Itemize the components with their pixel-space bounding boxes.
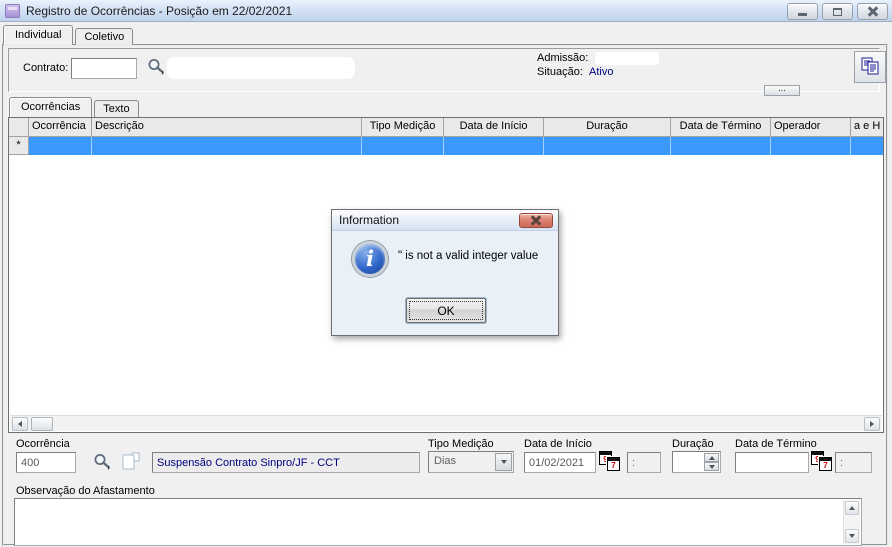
grid-header-tipo-medicao: Tipo Medição	[362, 118, 444, 137]
data-inicio-input[interactable]	[524, 452, 596, 473]
hora-inicio-field: :	[627, 452, 661, 473]
data-termino-input[interactable]	[735, 452, 809, 473]
data-inicio-label: Data de Início	[524, 438, 592, 450]
dialog-message: " is not a valid integer value	[398, 250, 539, 262]
arrow-left-icon	[18, 421, 22, 427]
calendar-icon[interactable]: 9 7	[599, 451, 622, 472]
spin-up-button[interactable]	[704, 453, 719, 462]
app-window: Registro de Ocorrências - Posição em 22/…	[0, 0, 892, 547]
app-icon	[5, 3, 20, 18]
grid-header-data-e-hora: a e H	[851, 118, 883, 137]
arrow-up-icon	[708, 455, 715, 460]
title-bar[interactable]: Registro de Ocorrências - Posição em 22/…	[0, 0, 892, 22]
scroll-down-button[interactable]	[845, 529, 859, 543]
tipo-medicao-select[interactable]: Dias	[428, 451, 514, 473]
new-document-icon[interactable]	[120, 451, 142, 474]
grid-header-data-termino: Data de Término	[671, 118, 771, 137]
arrow-down-icon	[708, 464, 715, 469]
observacao-vertical-scrollbar[interactable]	[843, 500, 860, 544]
duracao-label: Duração	[672, 438, 714, 450]
redacted-admissao-value	[595, 52, 659, 65]
window-title: Registro de Ocorrências - Posição em 22/…	[26, 3, 293, 18]
copy-icon	[860, 56, 880, 79]
grid-horizontal-scrollbar[interactable]	[10, 415, 882, 431]
arrow-down-icon	[849, 534, 855, 538]
tab-individual[interactable]: Individual	[3, 25, 74, 45]
minimize-icon	[798, 13, 807, 16]
info-icon	[352, 241, 388, 277]
arrow-right-icon	[870, 421, 874, 427]
ocorrencia-input[interactable]	[16, 452, 76, 473]
inner-tabstrip: Ocorrências Texto	[9, 95, 141, 117]
tab-ocorrencias[interactable]: Ocorrências	[9, 97, 93, 117]
scroll-up-button[interactable]	[845, 501, 859, 515]
ok-button[interactable]: OK	[406, 298, 486, 323]
more-button[interactable]: ...	[764, 84, 800, 96]
redacted-contract-name	[167, 57, 355, 79]
dialog-title: Information	[339, 213, 400, 227]
contract-header-panel: Contrato: Admissão: Situação: Ativo	[8, 48, 880, 92]
dialog-close-button[interactable]	[519, 213, 553, 228]
situacao-label: Situação:	[537, 66, 583, 78]
copy-button[interactable]	[854, 51, 886, 83]
ocorrencia-descricao-field: Suspensão Contrato Sinpro/JF - CCT	[152, 452, 420, 473]
close-icon	[531, 216, 541, 225]
maximize-icon	[833, 7, 842, 16]
grid-header-descricao: Descrição	[92, 118, 362, 137]
row-indicator: *	[9, 137, 29, 155]
grid-header-data-inicio: Data de Início	[444, 118, 544, 137]
grid-header-indicator	[9, 118, 29, 137]
observacao-textarea[interactable]	[14, 498, 862, 546]
grid-header-row: Ocorrência Descrição Tipo Medição Data d…	[9, 118, 883, 137]
admissao-label: Admissão:	[537, 52, 589, 64]
tab-coletivo[interactable]: Coletivo	[75, 28, 134, 45]
contrato-input[interactable]	[71, 58, 137, 79]
tipo-medicao-value: Dias	[434, 455, 457, 467]
ocorrencia-label: Ocorrência	[16, 438, 70, 450]
ok-button-label: OK	[409, 301, 483, 320]
scroll-left-button[interactable]	[12, 417, 28, 431]
search-icon[interactable]	[147, 58, 166, 79]
scroll-right-button[interactable]	[864, 417, 880, 431]
dropdown-button[interactable]	[495, 453, 512, 471]
spin-down-button[interactable]	[704, 462, 719, 471]
hora-termino-field: :	[835, 452, 872, 473]
scrollbar-thumb[interactable]	[31, 417, 53, 431]
tipo-medicao-label: Tipo Medição	[428, 438, 494, 450]
search-icon[interactable]	[93, 453, 112, 474]
data-termino-label: Data de Término	[735, 438, 817, 450]
duracao-stepper[interactable]	[672, 451, 721, 473]
grid-header-duracao: Duração	[544, 118, 671, 137]
situacao-value: Ativo	[589, 66, 614, 78]
observacao-label: Observação do Afastamento	[16, 485, 155, 497]
calendar-icon[interactable]: 9 7	[811, 451, 834, 472]
grid-header-operador: Operador	[771, 118, 851, 137]
tab-texto[interactable]: Texto	[94, 100, 139, 117]
maximize-button[interactable]	[822, 3, 853, 20]
contrato-label: Contrato:	[23, 62, 69, 74]
close-button[interactable]	[857, 3, 888, 20]
table-row[interactable]: *	[9, 137, 883, 155]
minimize-button[interactable]	[787, 3, 818, 20]
main-tabstrip: Individual Coletivo	[3, 23, 135, 45]
arrow-up-icon	[849, 506, 855, 510]
chevron-down-icon	[500, 460, 507, 464]
grid-header-ocorrencia: Ocorrência	[29, 118, 92, 137]
information-dialog: Information " is not a valid integer val…	[331, 209, 559, 336]
close-icon	[868, 7, 878, 16]
